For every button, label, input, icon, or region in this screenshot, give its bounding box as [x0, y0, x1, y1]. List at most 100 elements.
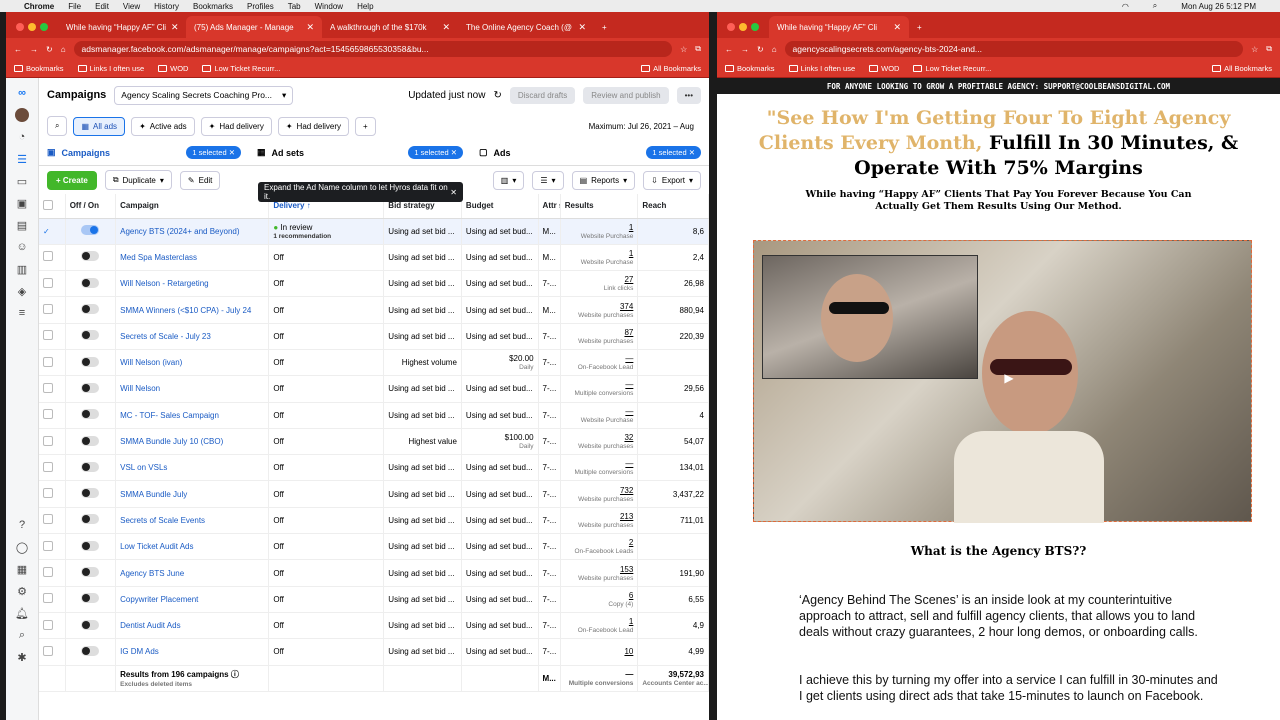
browser-tab[interactable]: A walkthrough of the $170k ✕	[322, 16, 458, 38]
menu-window[interactable]: Window	[315, 2, 343, 11]
toggle-cell[interactable]	[65, 270, 117, 298]
row-checkbox[interactable]	[43, 567, 53, 577]
table-row[interactable]: IG DM Ads Off Using ad set bid ... Using ad…	[39, 638, 709, 666]
result-value[interactable]: 1	[629, 617, 633, 626]
result-value[interactable]: 374	[620, 302, 633, 311]
wifi-icon[interactable]: ◠	[1122, 2, 1129, 11]
toggle-cell[interactable]	[65, 218, 117, 245]
toggle-cell[interactable]	[65, 349, 117, 377]
browser-tab-active[interactable]: While having “Happy AF” Cli ✕	[769, 16, 909, 38]
menu-edit[interactable]: Edit	[95, 2, 109, 11]
toggle-cell[interactable]	[65, 586, 117, 613]
table-row[interactable]: SMMA Bundle July 10 (CBO) Off Highest valu…	[39, 428, 709, 456]
meta-logo-icon[interactable]: ∞	[15, 86, 29, 100]
toggle-cell[interactable]	[65, 480, 117, 508]
row-checkbox[interactable]	[43, 461, 53, 472]
bookmark-folder[interactable]: Links I often use	[788, 64, 855, 73]
campaign-name[interactable]: Will Nelson	[115, 375, 270, 403]
bookmark-folder[interactable]: Low Ticket Recurr...	[913, 64, 991, 73]
back-icon[interactable]: ←	[725, 45, 733, 54]
refresh-icon[interactable]: ↻	[493, 90, 501, 101]
result-value[interactable]: 2	[629, 538, 633, 547]
review-publish-button[interactable]: Review and publish	[583, 86, 669, 104]
filter-had-delivery[interactable]: ✦ Had delivery	[200, 116, 272, 136]
messages-icon[interactable]: ▭	[15, 174, 29, 188]
duplicate-button[interactable]: ⧉ Duplicate ▾	[104, 170, 172, 190]
campaign-toggle[interactable]	[81, 645, 100, 656]
result-value[interactable]: 153	[620, 565, 633, 574]
row-checkbox[interactable]	[43, 488, 53, 499]
close-tab-icon[interactable]: ✕	[171, 22, 179, 33]
result-value[interactable]: —	[625, 407, 633, 416]
result-value[interactable]: —	[625, 380, 633, 389]
campaign-toggle[interactable]	[81, 356, 100, 367]
row-select-cell[interactable]	[39, 402, 66, 429]
campaign-toggle[interactable]	[81, 514, 100, 525]
campaign-name[interactable]: Will Nelson - Retargeting	[115, 270, 270, 298]
row-select-cell[interactable]	[39, 375, 66, 403]
url-field[interactable]: adsmanager.facebook.com/adsmanager/manag…	[73, 41, 673, 57]
all-bookmarks[interactable]: All Bookmarks	[1212, 64, 1272, 73]
info-icon[interactable]: ⓘ	[231, 670, 239, 679]
menu-app[interactable]: Chrome	[24, 2, 54, 11]
menu-help[interactable]: Help	[357, 2, 373, 11]
table-row[interactable]: SMMA Winners (<$10 CPA) - July 24 Off Usin…	[39, 296, 709, 324]
row-checkbox[interactable]	[43, 304, 53, 315]
toggle-cell[interactable]	[65, 402, 117, 429]
reload-icon[interactable]: ↻	[757, 45, 764, 54]
toggle-cell[interactable]	[65, 454, 117, 482]
result-value[interactable]: 213	[620, 512, 633, 521]
campaign-name[interactable]: Secrets of Scale Events	[115, 507, 270, 535]
table-row[interactable]: Will Nelson (ivan) Off Highest volume $20.0…	[39, 349, 709, 377]
help-icon[interactable]: ?	[15, 518, 29, 532]
star-icon[interactable]: ☆	[1251, 45, 1258, 54]
menu-history[interactable]: History	[154, 2, 179, 11]
row-select-cell[interactable]	[39, 586, 66, 613]
row-select-cell[interactable]	[39, 270, 66, 298]
result-value[interactable]: 732	[620, 486, 633, 495]
row-select-cell[interactable]: ✓	[39, 218, 66, 245]
row-select-cell[interactable]	[39, 296, 66, 324]
campaign-name[interactable]: SMMA Winners (<$10 CPA) - July 24	[115, 296, 270, 324]
close-tab-icon[interactable]: ✕	[578, 22, 586, 33]
toggle-cell[interactable]	[65, 507, 117, 535]
table-row[interactable]: Agency BTS June Off Using ad set bid ... Us…	[39, 559, 709, 587]
campaign-toggle[interactable]	[81, 593, 100, 604]
col-budget[interactable]: Budget	[461, 194, 539, 219]
filter-all-ads[interactable]: ▦ All ads	[73, 116, 126, 136]
bookmark-folder[interactable]: WOD	[158, 64, 188, 73]
notifications-icon[interactable]: 🔔︎	[15, 606, 29, 620]
campaign-toggle[interactable]	[81, 488, 100, 499]
play-icon[interactable]: ▶	[1002, 371, 1016, 385]
toggle-cell[interactable]	[65, 638, 117, 666]
add-filter-button[interactable]: +	[355, 116, 376, 136]
campaign-toggle[interactable]	[81, 225, 100, 236]
table-row[interactable]: ✓ Agency BTS (2024+ and Beyond) ● In revie…	[39, 218, 709, 245]
audience-icon[interactable]: ☺	[15, 240, 29, 254]
filter-had-delivery-2[interactable]: ✦ Had delivery	[277, 116, 350, 136]
selected-badge[interactable]: 1 selected ✕	[646, 146, 701, 159]
table-row[interactable]: VSL on VSLs Off Using ad set bid ... Using …	[39, 454, 709, 482]
col-offon[interactable]: Off / On	[65, 194, 117, 219]
row-checkbox[interactable]	[43, 277, 53, 288]
table-row[interactable]: SMMA Bundle July Off Using ad set bid ... U…	[39, 480, 709, 508]
result-value[interactable]: 27	[624, 275, 633, 284]
table-row[interactable]: Low Ticket Audit Ads Off Using ad set bid …	[39, 533, 709, 561]
menu-profiles[interactable]: Profiles	[247, 2, 274, 11]
row-checkbox[interactable]	[43, 356, 53, 367]
check-icon[interactable]: ✓	[43, 227, 50, 236]
campaign-toggle[interactable]	[81, 382, 100, 393]
row-select-cell[interactable]	[39, 533, 66, 561]
more-options-button[interactable]: •••	[676, 86, 701, 104]
minimize-window-button[interactable]	[739, 23, 747, 31]
recommendation-link[interactable]: 1 recommendation	[273, 233, 379, 240]
result-value[interactable]: —	[625, 354, 633, 363]
campaign-toggle[interactable]	[81, 304, 100, 315]
filter-active-ads[interactable]: ✦ Active ads	[131, 116, 195, 136]
browser-tab[interactable]: While having “Happy AF” Cli ✕	[58, 16, 186, 38]
campaign-toggle[interactable]	[81, 540, 100, 551]
billing-icon[interactable]: ▥	[15, 262, 29, 276]
search-button[interactable]: ⌕	[47, 116, 68, 136]
bookmark-folder[interactable]: Bookmarks	[14, 64, 64, 73]
search-icon[interactable]: ⌕	[1153, 1, 1157, 11]
